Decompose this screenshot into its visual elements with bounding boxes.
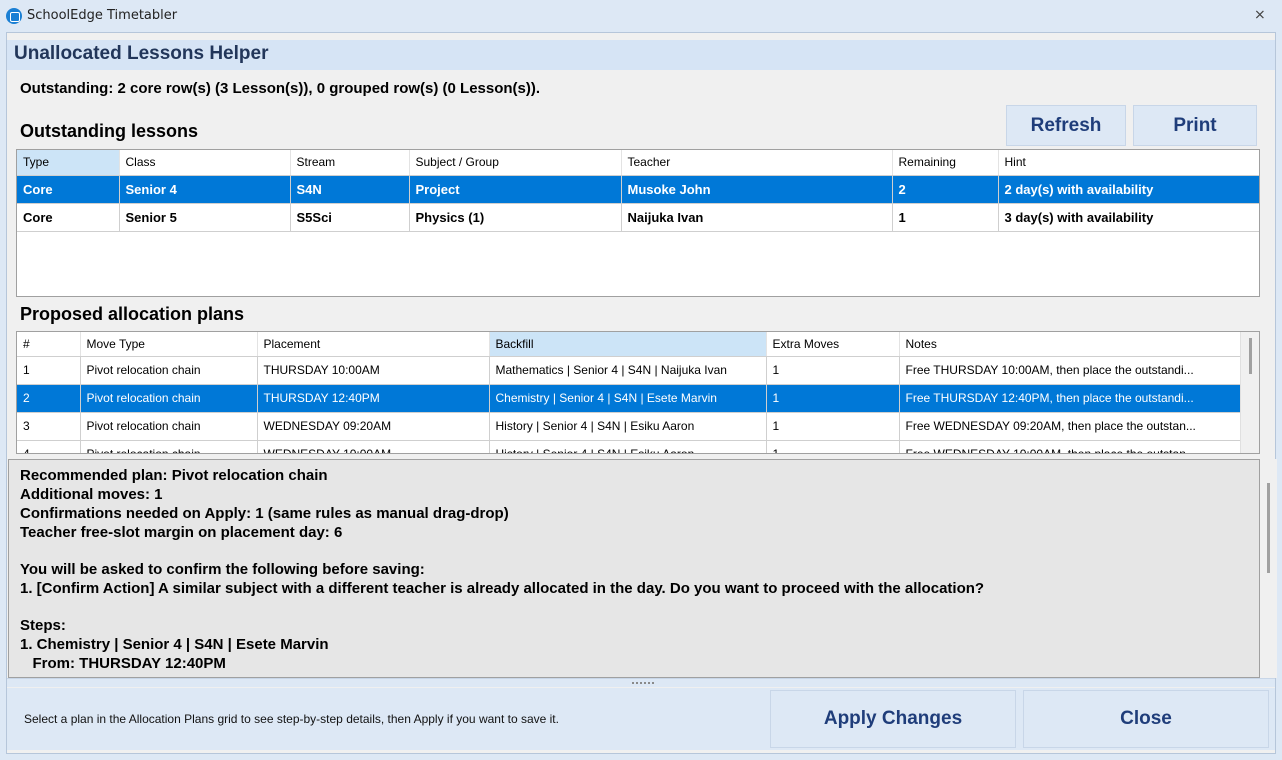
cell-remaining: 1 [892,203,999,232]
outstanding-summary: Outstanding: 2 core row(s) (3 Lesson(s))… [20,80,541,97]
column-header-number[interactable]: # [17,332,81,357]
cell-placement: WEDNESDAY 09:20AM [257,412,490,441]
cell-number: 3 [17,412,81,441]
close-button[interactable]: Close [1023,690,1269,748]
details-scrollbar[interactable] [1260,459,1277,678]
cell-number: 2 [17,384,81,413]
cell-backfill: History | Senior 4 | S4N | Esiku Aaron [489,412,767,441]
table-row[interactable]: 2 Pivot relocation chain THURSDAY 12:40P… [17,384,1242,413]
app-icon [6,8,22,24]
cell-extra-moves: 1 [766,356,900,385]
cell-notes: Free THURSDAY 10:00AM, then place the ou… [899,356,1242,385]
column-header-placement[interactable]: Placement [257,332,490,357]
window-titlebar: SchoolEdge Timetabler ⨯ [0,0,1282,32]
details-scrollbar-thumb[interactable] [1267,483,1270,573]
cell-notes: Free THURSDAY 12:40PM, then place the ou… [899,384,1242,413]
plans-scrollbar[interactable] [1240,332,1259,453]
table-row[interactable]: Core Senior 5 S5Sci Physics (1) Naijuka … [17,203,1259,232]
cell-remaining: 2 [892,175,999,204]
footer-hint: Select a plan in the Allocation Plans gr… [24,712,559,726]
print-button[interactable]: Print [1133,105,1257,146]
cell-notes: Free WEDNESDAY 09:20AM, then place the o… [899,412,1242,441]
cell-notes: Free WEDNESDAY 10:00AM, then place the o… [899,440,1242,453]
details-line: Confirmations needed on Apply: 1 (same r… [20,505,509,522]
cell-class: Senior 4 [119,175,291,204]
table-row[interactable]: 3 Pivot relocation chain WEDNESDAY 09:20… [17,412,1242,441]
window-title: SchoolEdge Timetabler [27,8,178,23]
cell-move-type: Pivot relocation chain [80,384,258,413]
column-header-extra-moves[interactable]: Extra Moves [766,332,900,357]
column-header-hint[interactable]: Hint [998,150,1259,176]
details-line: Additional moves: 1 [20,486,163,503]
grid-header-row: # Move Type Placement Backfill Extra Mov… [17,332,1242,357]
cell-extra-moves: 1 [766,440,900,453]
table-row[interactable]: 1 Pivot relocation chain THURSDAY 10:00A… [17,356,1242,385]
cell-hint: 2 day(s) with availability [998,175,1259,204]
column-header-teacher[interactable]: Teacher [621,150,893,176]
cell-teacher: Naijuka Ivan [621,203,893,232]
details-line: 1. [Confirm Action] A similar subject wi… [20,580,985,597]
outstanding-lessons-heading: Outstanding lessons [20,121,199,141]
table-row[interactable]: Core Senior 4 S4N Project Musoke John 2 … [17,175,1259,204]
cell-teacher: Musoke John [621,175,893,204]
cell-number: 4 [17,440,81,453]
cell-backfill: Mathematics | Senior 4 | S4N | Naijuka I… [489,356,767,385]
outstanding-lessons-grid[interactable]: Type Class Stream Subject / Group Teache… [16,149,1260,297]
column-header-class[interactable]: Class [119,150,291,176]
column-header-stream[interactable]: Stream [290,150,410,176]
details-line: Steps: [20,617,66,634]
cell-extra-moves: 1 [766,384,900,413]
page-title: Unallocated Lessons Helper [14,43,269,64]
details-line: Recommended plan: Pivot relocation chain [20,467,328,484]
cell-placement: THURSDAY 12:40PM [257,384,490,413]
column-header-move-type[interactable]: Move Type [80,332,258,357]
column-header-remaining[interactable]: Remaining [892,150,999,176]
cell-move-type: Pivot relocation chain [80,412,258,441]
details-line: You will be asked to confirm the followi… [20,561,425,578]
details-line: Teacher free-slot margin on placement da… [20,524,343,541]
allocation-plans-heading: Proposed allocation plans [20,304,245,324]
cell-placement: WEDNESDAY 10:00AM [257,440,490,453]
cell-stream: S5Sci [290,203,410,232]
column-header-subject[interactable]: Subject / Group [409,150,622,176]
cell-type: Core [17,203,120,232]
details-line [9,543,1259,561]
cell-hint: 3 day(s) with availability [998,203,1259,232]
cell-subject: Project [409,175,622,204]
apply-changes-button[interactable]: Apply Changes [770,690,1016,748]
grid-header-row: Type Class Stream Subject / Group Teache… [17,150,1259,176]
details-line [9,599,1259,617]
cell-number: 1 [17,356,81,385]
refresh-button[interactable]: Refresh [1006,105,1126,146]
details-line: From: THURSDAY 12:40PM [20,655,226,672]
cell-backfill: History | Senior 4 | S4N | Esiku Aaron [489,440,767,453]
plans-scrollbar-thumb[interactable] [1249,338,1252,374]
column-header-notes[interactable]: Notes [899,332,1242,357]
table-row[interactable]: 4 Pivot relocation chain WEDNESDAY 10:00… [17,440,1242,453]
cell-move-type: Pivot relocation chain [80,356,258,385]
close-icon[interactable]: ⨯ [1254,6,1266,23]
cell-type: Core [17,175,120,204]
details-line: 1. Chemistry | Senior 4 | S4N | Esete Ma… [20,636,329,653]
column-header-backfill[interactable]: Backfill [489,332,767,357]
column-header-type[interactable]: Type [17,150,120,176]
cell-class: Senior 5 [119,203,291,232]
splitter-handle[interactable] [7,678,1275,687]
grip-icon [632,682,654,684]
cell-placement: THURSDAY 10:00AM [257,356,490,385]
cell-backfill: Chemistry | Senior 4 | S4N | Esete Marvi… [489,384,767,413]
cell-move-type: Pivot relocation chain [80,440,258,453]
cell-extra-moves: 1 [766,412,900,441]
cell-stream: S4N [290,175,410,204]
plan-details-text[interactable]: Recommended plan: Pivot relocation chain… [8,459,1260,678]
cell-subject: Physics (1) [409,203,622,232]
allocation-plans-grid[interactable]: # Move Type Placement Backfill Extra Mov… [16,331,1260,454]
